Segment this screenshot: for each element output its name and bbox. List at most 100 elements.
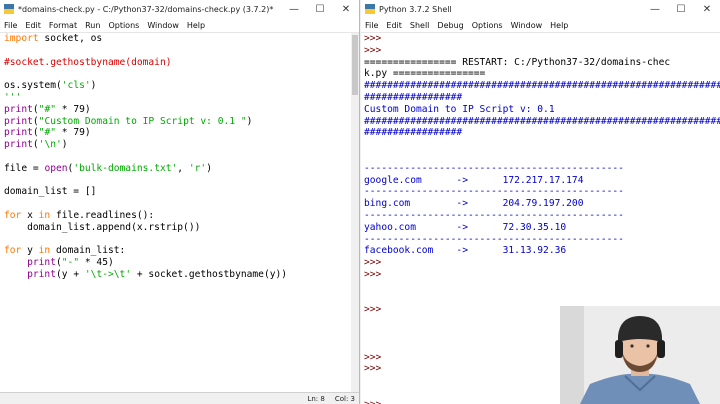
menu-debug[interactable]: Debug xyxy=(433,21,467,30)
status-col: Col: 3 xyxy=(334,394,355,403)
shell-output-line: ########################################… xyxy=(364,115,720,127)
editor-scrollbar-thumb[interactable] xyxy=(352,35,358,95)
shell-output-line: k.py ================ xyxy=(364,68,486,80)
shell-output-line xyxy=(364,151,714,163)
code-token: print xyxy=(4,139,33,151)
maximize-button[interactable]: ☐ xyxy=(668,0,694,18)
code-token: os.system( xyxy=(4,80,62,92)
menu-shell[interactable]: Shell xyxy=(406,21,434,30)
shell-titlebar[interactable]: Python 3.7.2 Shell — ☐ ✕ xyxy=(361,0,720,18)
code-token: 'r' xyxy=(188,162,207,174)
menu-window[interactable]: Window xyxy=(507,21,547,30)
menu-format[interactable]: Format xyxy=(45,21,81,30)
shell-output-line xyxy=(364,293,714,305)
menu-help[interactable]: Help xyxy=(546,21,572,30)
menu-edit[interactable]: Edit xyxy=(382,21,406,30)
code-line[interactable]: file = open('bulk-domains.txt', 'r') xyxy=(4,163,355,175)
code-token: ''' xyxy=(4,91,22,103)
presenter-image xyxy=(560,306,720,404)
code-token: ) xyxy=(90,80,97,92)
code-line[interactable]: #socket.gethostbyname(domain) xyxy=(4,57,355,69)
shell-prompt: >>> xyxy=(364,268,382,280)
editor-titlebar[interactable]: *domains-check.py - C:/Python37-32/domai… xyxy=(0,0,359,18)
code-line[interactable]: ''' xyxy=(4,92,355,104)
code-token: print xyxy=(4,127,33,139)
shell-menubar: File Edit Shell Debug Options Window Hel… xyxy=(361,18,720,33)
editor-scrollbar[interactable] xyxy=(351,33,359,392)
code-line[interactable] xyxy=(4,151,355,163)
code-token: file.readlines(): xyxy=(50,209,155,221)
status-line: Ln: 8 xyxy=(307,394,325,403)
menu-window[interactable]: Window xyxy=(143,21,183,30)
code-token: ) xyxy=(206,162,212,174)
menu-edit[interactable]: Edit xyxy=(21,21,45,30)
code-token: ) xyxy=(246,115,253,127)
code-token: in xyxy=(38,209,51,221)
code-line[interactable]: os.system('cls') xyxy=(4,80,355,92)
python-icon xyxy=(4,4,14,14)
maximize-button[interactable]: ☐ xyxy=(307,0,333,18)
code-token: print xyxy=(27,268,56,280)
webcam-overlay xyxy=(560,306,720,404)
code-line[interactable]: print("#" * 79) xyxy=(4,104,355,116)
close-button[interactable]: ✕ xyxy=(694,0,720,18)
code-editor-text[interactable]: import socket, os #socket.gethostbyname(… xyxy=(4,33,355,281)
code-token: domain_list = [] xyxy=(4,186,97,198)
editor-statusbar: Ln: 8 Col: 3 xyxy=(0,392,359,404)
code-token: file = xyxy=(4,162,45,174)
code-line[interactable]: for y in domain_list: xyxy=(4,245,355,257)
shell-output-line: yahoo.com -> 72.30.35.10 xyxy=(364,221,567,233)
code-token: "Custom Domain to IP Script v: 0.1 " xyxy=(38,115,247,127)
code-token: '\t->\t' xyxy=(84,268,132,280)
code-token: print xyxy=(4,103,33,115)
menu-file[interactable]: File xyxy=(361,21,382,30)
code-token: * 79) xyxy=(56,127,91,139)
code-token: import xyxy=(4,33,39,44)
menu-help[interactable]: Help xyxy=(183,21,209,30)
code-line[interactable] xyxy=(4,45,355,57)
minimize-button[interactable]: — xyxy=(281,0,307,18)
code-line[interactable]: import socket, os xyxy=(4,33,355,45)
shell-output-line: Custom Domain to IP Script v: 0.1 xyxy=(364,103,555,115)
code-line[interactable]: print(y + '\t->\t' + socket.gethostbynam… xyxy=(4,269,355,281)
shell-prompt: >>> xyxy=(364,33,382,44)
editor-window[interactable]: *domains-check.py - C:/Python37-32/domai… xyxy=(0,0,360,404)
code-token: * 45) xyxy=(79,257,114,269)
code-token: open xyxy=(44,162,68,174)
code-line[interactable] xyxy=(4,198,355,210)
code-token: print xyxy=(27,257,56,269)
code-line[interactable] xyxy=(4,175,355,187)
shell-output-line: bing.com -> 204.79.197.200 xyxy=(364,198,584,210)
code-line[interactable]: for x in file.readlines(): xyxy=(4,210,355,222)
python-icon xyxy=(365,4,375,14)
shell-title: Python 3.7.2 Shell xyxy=(379,4,452,14)
code-line[interactable] xyxy=(4,68,355,80)
shell-output-line: ########################################… xyxy=(364,80,720,92)
shell-output-line: ################# xyxy=(364,91,463,103)
editor-menubar: File Edit Format Run Options Window Help xyxy=(0,18,359,33)
code-line[interactable]: print('\n') xyxy=(4,139,355,151)
code-token: ) xyxy=(61,139,68,151)
editor-window-controls: — ☐ ✕ xyxy=(281,0,359,18)
menu-run[interactable]: Run xyxy=(81,21,104,30)
code-token: in xyxy=(38,245,51,257)
code-line[interactable]: domain_list = [] xyxy=(4,186,355,198)
code-line[interactable]: print("Custom Domain to IP Script v: 0.1… xyxy=(4,116,355,128)
minimize-button[interactable]: — xyxy=(642,0,668,18)
shell-prompt: >>> xyxy=(364,44,382,56)
code-token: , xyxy=(177,162,189,174)
code-line[interactable]: print("#" * 79) xyxy=(4,127,355,139)
code-line[interactable]: domain_list.append(x.rstrip()) xyxy=(4,222,355,234)
code-line[interactable]: print("-" * 45) xyxy=(4,257,355,269)
menu-options[interactable]: Options xyxy=(468,21,507,30)
code-token: domain_list.append(x.rstrip()) xyxy=(4,221,201,233)
menu-file[interactable]: File xyxy=(0,21,21,30)
code-token: for xyxy=(4,209,22,221)
close-button[interactable]: ✕ xyxy=(333,0,359,18)
shell-window-controls: — ☐ ✕ xyxy=(642,0,720,18)
code-token: socket, os xyxy=(38,33,103,44)
menu-options[interactable]: Options xyxy=(104,21,143,30)
code-line[interactable] xyxy=(4,234,355,246)
